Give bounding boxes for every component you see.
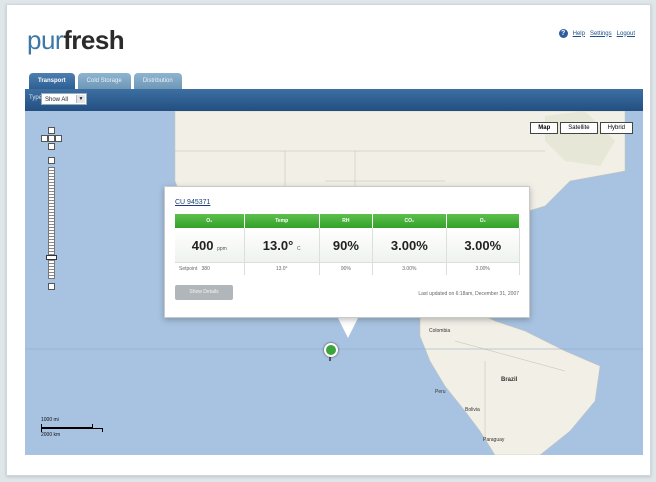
reading-o2: 400 ppm xyxy=(175,228,245,263)
column-header-co2: CO₂ xyxy=(372,214,447,228)
logout-link[interactable]: Logout xyxy=(617,31,635,37)
purfresh-logo: purfresh xyxy=(27,25,125,55)
reading-rh: 90% xyxy=(319,228,374,263)
popup-tail xyxy=(337,316,359,338)
setpoint-o2-percent: 3.00% xyxy=(446,262,521,275)
setpoint-co2: 3.00% xyxy=(372,262,447,275)
column-header-temp: Temp xyxy=(244,214,320,228)
container-location-marker[interactable] xyxy=(324,343,338,357)
column-header-rh: RH xyxy=(319,214,374,228)
pan-right-icon[interactable] xyxy=(55,135,62,142)
map-type-control: Map Satellite Hybrid xyxy=(530,122,633,134)
zoom-control xyxy=(41,127,63,297)
tab-cold-storage[interactable]: Cold Storage xyxy=(77,73,131,89)
column-header-o2-percent: O₂ xyxy=(446,214,521,228)
last-updated-text: Last updated on 6:18am, December 31, 200… xyxy=(418,291,519,297)
container-info-popup: CU 945371 O₂ Temp RH CO₂ O₂ 400 ppm 13.0… xyxy=(164,186,530,318)
show-details-button[interactable]: Show Details xyxy=(175,285,233,300)
setpoint-rh: 90% xyxy=(319,262,374,275)
column-header-o2: O₂ xyxy=(175,214,245,228)
scale-miles: 1000 mi xyxy=(41,417,59,423)
map-scale: 1000 mi 2000 km xyxy=(41,417,103,438)
help-icon[interactable]: ? xyxy=(558,29,568,38)
readings-table: O₂ Temp RH CO₂ O₂ 400 ppm 13.0° C 90% 3.… xyxy=(175,214,521,275)
scale-km: 2000 km xyxy=(41,432,61,438)
map-label-brazil: Brazil xyxy=(501,377,518,383)
reading-co2: 3.00% xyxy=(372,228,447,263)
zoom-slider-handle[interactable] xyxy=(46,255,57,260)
pan-up-icon[interactable] xyxy=(48,127,55,134)
map-label-colombia: Colombia xyxy=(429,328,451,334)
top-links: ? Help Settings Logout xyxy=(558,29,635,38)
zoom-in-icon[interactable] xyxy=(48,157,55,164)
map-type-satellite-button[interactable]: Satellite xyxy=(560,122,598,134)
map-toolbar: Type Show All ▼ xyxy=(25,89,643,111)
pan-left-icon[interactable] xyxy=(41,135,48,142)
reading-temp: 13.0° C xyxy=(244,228,320,263)
tab-bar: Transport Cold Storage Distribution xyxy=(29,73,182,89)
tab-transport[interactable]: Transport xyxy=(29,73,75,89)
zoom-out-icon[interactable] xyxy=(48,283,55,290)
filter-value: Show All xyxy=(45,97,69,103)
settings-link[interactable]: Settings xyxy=(590,31,612,37)
reading-o2-percent: 3.00% xyxy=(446,228,521,263)
setpoint-temp: 13.0° xyxy=(244,262,320,275)
help-link[interactable]: Help xyxy=(573,31,585,37)
map-label-paraguay: Paraguay xyxy=(483,437,505,443)
zoom-slider[interactable] xyxy=(48,167,55,279)
app-window: purfresh ? Help Settings Logout Transpor… xyxy=(6,4,651,476)
setpoint-o2: Setpoint 380 xyxy=(175,262,245,275)
map-type-hybrid-button[interactable]: Hybrid xyxy=(599,122,633,134)
pan-center-icon[interactable] xyxy=(48,135,55,142)
map-label-bolivia: Bolivia xyxy=(465,407,480,413)
chevron-down-icon: ▼ xyxy=(76,95,85,103)
container-id-link[interactable]: CU 945371 xyxy=(175,199,210,206)
tab-distribution[interactable]: Distribution xyxy=(133,73,182,89)
type-filter-select[interactable]: Show All ▼ xyxy=(41,93,87,105)
pan-down-icon[interactable] xyxy=(48,143,55,150)
map-label-peru: Peru xyxy=(435,389,446,395)
map-type-map-button[interactable]: Map xyxy=(530,122,559,134)
